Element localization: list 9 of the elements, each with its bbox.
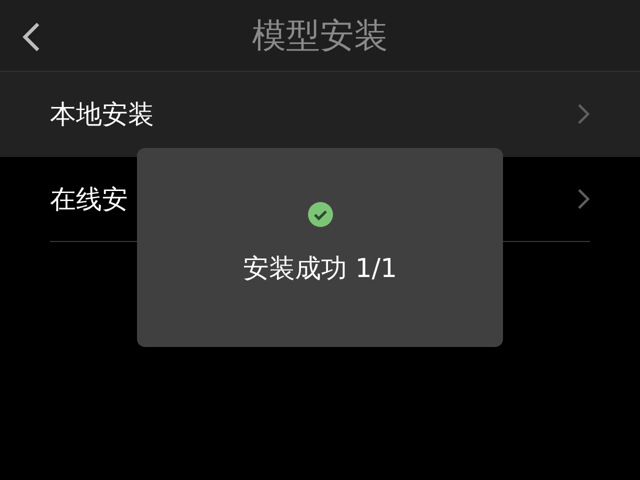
- chevron-right-icon: [576, 187, 590, 211]
- list-item-label: 在线安: [50, 184, 128, 216]
- list-item-label: 本地安装: [50, 98, 154, 132]
- list-item[interactable]: 本地安装: [0, 72, 640, 157]
- check-circle-icon: [308, 202, 332, 227]
- back-icon[interactable]: [20, 21, 42, 53]
- toast-message: 安装成功 1/1: [242, 253, 398, 286]
- page-title: 模型安装: [252, 14, 388, 58]
- chevron-right-icon: [576, 102, 590, 126]
